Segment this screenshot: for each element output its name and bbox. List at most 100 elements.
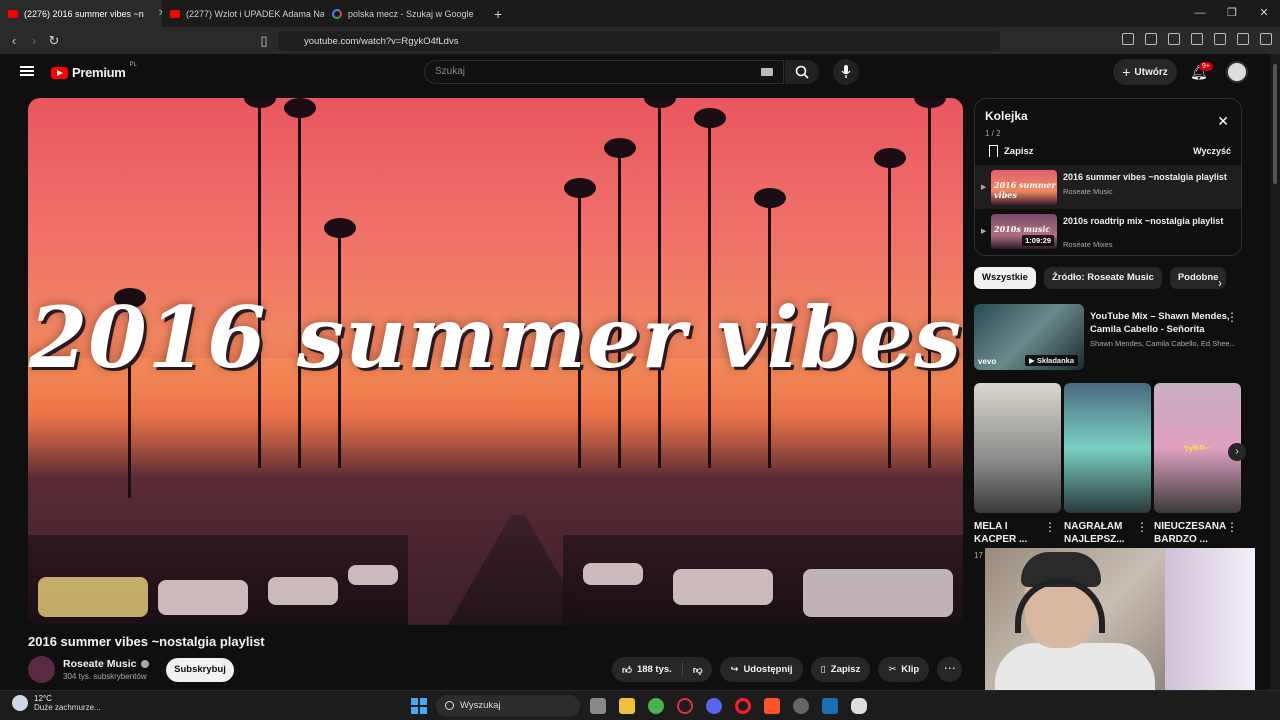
- clip-button[interactable]: ✂ Klip: [878, 657, 930, 682]
- cat-app-icon[interactable]: [851, 698, 867, 714]
- keyboard-icon[interactable]: [761, 68, 773, 76]
- music-icon[interactable]: [1145, 33, 1157, 45]
- steam-client-icon[interactable]: [822, 698, 838, 714]
- weather-desc: Duże zachmurze...: [34, 703, 101, 712]
- extension-icon[interactable]: [1122, 33, 1134, 45]
- window-controls: — ❐ ✕: [1184, 0, 1280, 27]
- like-button[interactable]: 👍︎ 188 tys.: [612, 662, 683, 677]
- mix-badge: ▶ Składanka: [1025, 355, 1078, 366]
- taskbar-search[interactable]: Wyszukaj: [436, 695, 580, 717]
- queue-item[interactable]: ▶ 2010s music 1:09:29 2010s roadtrip mix…: [975, 209, 1241, 253]
- tab-label: (2277) Wzlot i UPADEK Adama Nawa: [186, 8, 324, 19]
- more-actions-button[interactable]: ⋯: [937, 657, 963, 682]
- bookmark-icon: ▯: [820, 664, 826, 675]
- thumb-text: 2016 summer vibes: [994, 180, 1056, 200]
- more-vert-icon[interactable]: ⋮: [1226, 310, 1238, 324]
- share-button[interactable]: ↪ Udostępnij: [720, 657, 803, 682]
- google-icon: [332, 8, 342, 19]
- file-explorer-icon[interactable]: [619, 698, 635, 714]
- chip-source[interactable]: Źródło: Roseate Music: [1043, 267, 1162, 289]
- parked-cars-right: [563, 535, 963, 625]
- more-vert-icon[interactable]: ⋮: [1226, 520, 1238, 534]
- channel-name[interactable]: Roseate Music: [63, 658, 149, 670]
- short-title[interactable]: MELA I KACPER ...: [974, 520, 1044, 546]
- short-thumbnail[interactable]: [1064, 383, 1151, 513]
- chevron-right-icon[interactable]: ›: [1228, 443, 1246, 461]
- tab-youtube-active[interactable]: (2276) 2016 summer vibes ~n ✕: [0, 0, 162, 27]
- url-text: youtube.com/watch?v=RgykO4fLdvs: [304, 35, 459, 47]
- vpn-icon[interactable]: [1237, 33, 1249, 45]
- palm-tree: [914, 98, 946, 468]
- subscribe-button[interactable]: Subskrybuj: [166, 658, 234, 682]
- opera-icon[interactable]: [735, 698, 751, 714]
- weather-widget[interactable]: 12°C Duże zachmurze...: [12, 694, 101, 712]
- leo-icon[interactable]: [1214, 33, 1226, 45]
- car: [803, 569, 953, 617]
- vevo-logo: vevo: [978, 357, 997, 366]
- tab-google[interactable]: polska mecz - Szukaj w Google ✕: [324, 0, 486, 27]
- channel-avatar[interactable]: [28, 656, 55, 683]
- youtube-logo[interactable]: Premium PL: [51, 62, 137, 80]
- queue-clear-button[interactable]: Wyczyść: [1193, 146, 1231, 156]
- queue-item-title: 2016 summer vibes ~nostalgia playlist: [1063, 172, 1227, 182]
- sidebar-icon[interactable]: [1168, 33, 1180, 45]
- create-button[interactable]: + Utwórz: [1113, 59, 1177, 85]
- page-scrollbar[interactable]: [1270, 54, 1280, 690]
- restore-icon[interactable]: ❐: [1216, 0, 1248, 27]
- chrome-icon[interactable]: [648, 698, 664, 714]
- menu-icon[interactable]: [1260, 33, 1272, 45]
- queue-title: Kolejka: [985, 109, 1028, 123]
- bookmark-icon[interactable]: ▯: [254, 33, 274, 49]
- weather-temp: 12°C: [34, 694, 52, 703]
- short-thumbnail[interactable]: [974, 383, 1061, 513]
- tab-youtube-2[interactable]: (2277) Wzlot i UPADEK Adama Nawa: [162, 0, 324, 27]
- youtube-icon: [8, 9, 18, 18]
- mic-button[interactable]: [833, 59, 859, 85]
- search-input[interactable]: Szukaj: [424, 60, 784, 84]
- tab-bar: (2276) 2016 summer vibes ~n ✕ (2277) Wzl…: [0, 0, 1280, 27]
- windows-start-icon[interactable]: [411, 698, 427, 714]
- car: [583, 563, 643, 585]
- logo-text: Premium: [72, 65, 126, 80]
- filter-chips: Wszystkie Źródło: Roseate Music Podobne: [974, 267, 1227, 289]
- minimize-icon[interactable]: —: [1184, 0, 1216, 27]
- hamburger-menu-icon[interactable]: [20, 66, 34, 76]
- more-vert-icon[interactable]: ⋮: [1044, 520, 1056, 534]
- taskbar-search-text: Wyszukaj: [460, 700, 501, 711]
- new-tab-button[interactable]: +: [486, 0, 510, 27]
- tab-label: polska mecz - Szukaj w Google: [348, 8, 474, 19]
- url-field[interactable]: youtube.com/watch?v=RgykO4fLdvs: [278, 31, 1000, 51]
- share-icon: ↪: [730, 664, 739, 675]
- recommendation-mix[interactable]: vevo ▶ Składanka YouTube Mix – Shawn Men…: [974, 304, 1242, 374]
- short-title[interactable]: NAGRAŁAM NAJLEPSZ...: [1064, 520, 1134, 546]
- youtube-icon: [170, 9, 180, 18]
- wallet-icon[interactable]: [1191, 33, 1203, 45]
- dislike-button[interactable]: 👎︎: [683, 664, 713, 676]
- queue-save-button[interactable]: Zapisz: [989, 145, 1034, 157]
- queue-save-label: Zapisz: [1004, 145, 1034, 157]
- forward-icon[interactable]: ›: [24, 33, 44, 48]
- queue-count: 1 / 2: [985, 129, 1001, 138]
- close-icon[interactable]: ✕: [1217, 113, 1229, 130]
- chevron-right-icon[interactable]: ›: [1218, 276, 1222, 290]
- task-view-icon[interactable]: [590, 698, 606, 714]
- opera-gx-icon[interactable]: [677, 698, 693, 714]
- more-vert-icon[interactable]: ⋮: [1136, 520, 1148, 534]
- close-window-icon[interactable]: ✕: [1248, 0, 1280, 27]
- back-icon[interactable]: ‹: [4, 33, 24, 48]
- short-title[interactable]: Nieuczesana BARDZO ...: [1154, 520, 1226, 546]
- shorts-shelf: Tylko... › MELA I KACPER ... ⋮ 17 NAGRAŁ…: [974, 383, 1246, 563]
- mix-badge-label: Składanka: [1036, 356, 1074, 365]
- steam-icon[interactable]: [793, 698, 809, 714]
- search-button[interactable]: [785, 60, 819, 84]
- reload-icon[interactable]: ↻: [44, 33, 64, 49]
- queue-item[interactable]: ▶ 2016 summer vibes 2016 summer vibes ~n…: [975, 165, 1241, 209]
- discord-icon[interactable]: [706, 698, 722, 714]
- brave-icon[interactable]: [764, 698, 780, 714]
- chip-all[interactable]: Wszystkie: [974, 267, 1036, 289]
- video-player[interactable]: 2016 summer vibes: [28, 98, 963, 625]
- search-icon: [795, 65, 809, 79]
- user-avatar[interactable]: [1226, 61, 1248, 83]
- save-button[interactable]: ▯ Zapisz: [810, 657, 871, 682]
- scroll-thumb[interactable]: [1273, 64, 1277, 184]
